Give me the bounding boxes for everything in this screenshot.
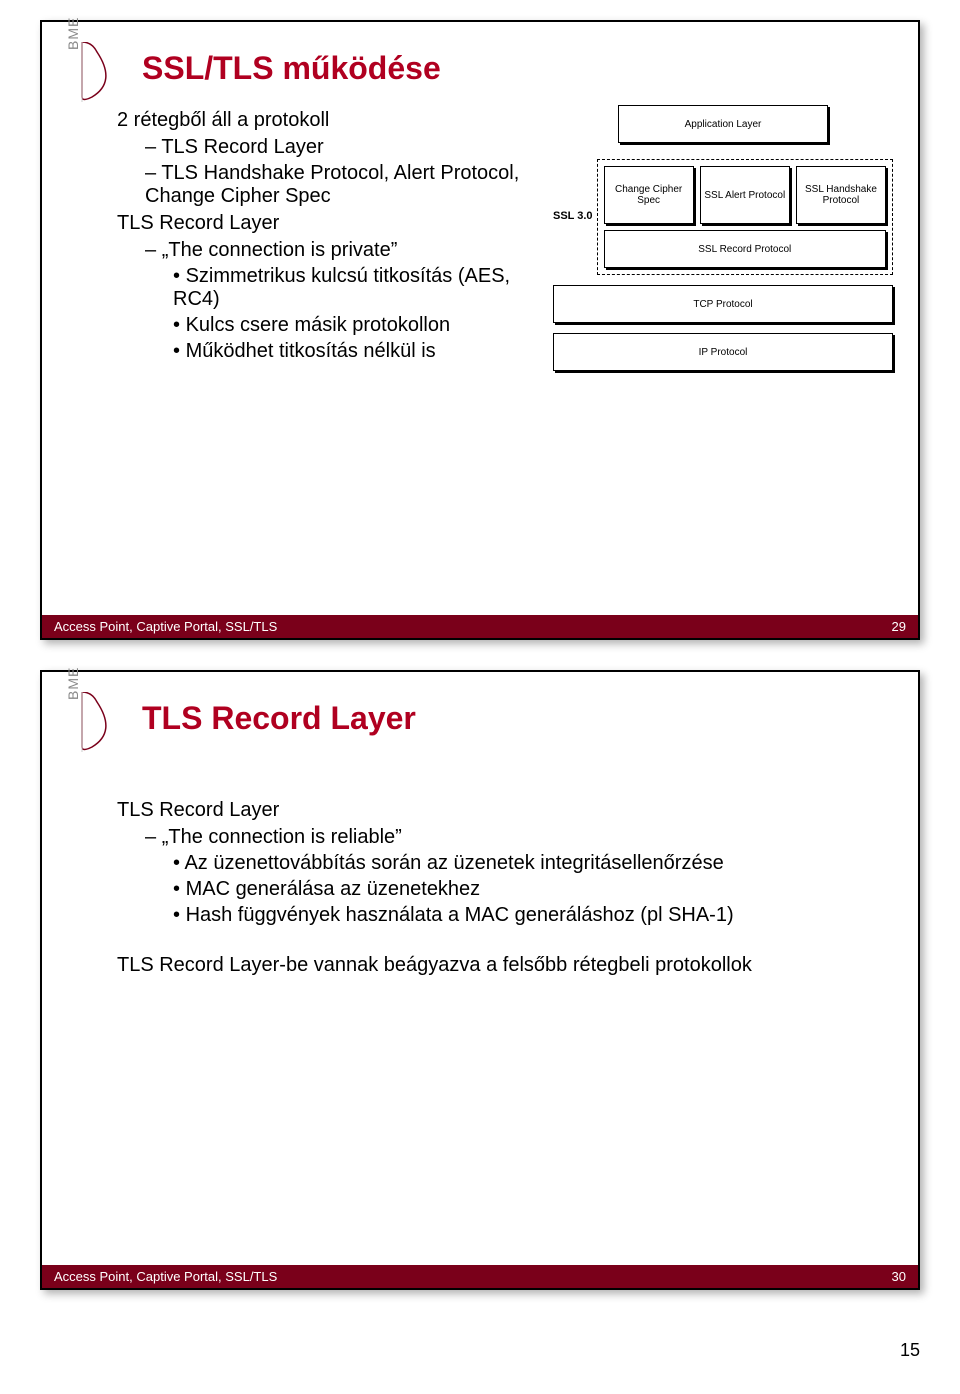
bullet-lvl1: TLS Record Layer — [145, 136, 538, 159]
diagram-box-app-layer: Application Layer — [618, 105, 828, 143]
ssl30-dashed-container: Change Cipher Spec SSL Alert Protocol SS… — [597, 159, 893, 275]
footer-page-number: 30 — [892, 1269, 906, 1284]
ssl30-label: SSL 3.0 — [553, 210, 593, 222]
slide-header: BME SSL/TLS működése — [67, 42, 893, 105]
slide-header: BME TLS Record Layer — [67, 692, 893, 755]
quote-text: The connection is private — [162, 239, 398, 261]
bullet-lvl2: Hash függvények használata a MAC generál… — [173, 904, 893, 927]
diagram-box-handshake: SSL Handshake Protocol — [796, 166, 886, 224]
bullet-lvl0: 2 rétegből áll a protokoll — [117, 109, 538, 132]
quote-text: The connection is reliable — [162, 826, 402, 848]
bullet-lvl0: TLS Record Layer — [117, 212, 538, 235]
bullet-lvl2: Szimmetrikus kulcsú titkosítás (AES, RC4… — [173, 265, 538, 311]
footer-left: Access Point, Captive Portal, SSL/TLS — [54, 1269, 277, 1284]
footer-page-number: 29 — [892, 619, 906, 634]
bullet-lvl2: MAC generálása az üzenetekhez — [173, 878, 893, 901]
diagram-column: Application Layer SSL 3.0 Change Cipher … — [553, 105, 893, 371]
bme-logo-curve-icon — [77, 42, 127, 102]
diagram-box-ip: IP Protocol — [553, 333, 893, 371]
diagram-box-record: SSL Record Protocol — [604, 230, 886, 268]
slide-footer: Access Point, Captive Portal, SSL/TLS 30 — [42, 1265, 918, 1288]
bullet-lvl0: TLS Record Layer-be vannak beágyazva a f… — [117, 954, 893, 977]
bullet-lvl1: The connection is private — [145, 239, 538, 262]
footer-left: Access Point, Captive Portal, SSL/TLS — [54, 619, 277, 634]
bullet-lvl2: Az üzenettovábbítás során az üzenetek in… — [173, 852, 893, 875]
bme-logo: BME — [67, 692, 127, 752]
bme-logo-curve-icon — [77, 692, 127, 752]
bullet-lvl1: The connection is reliable — [145, 826, 893, 849]
bullet-lvl0: TLS Record Layer — [117, 799, 893, 822]
ssl30-group: SSL 3.0 Change Cipher Spec SSL Alert Pro… — [553, 159, 893, 275]
slide-2: BME TLS Record Layer TLS Record Layer Th… — [40, 670, 920, 1290]
bullet-lvl1: TLS Handshake Protocol, Alert Protocol, … — [145, 162, 538, 208]
slide-body: 2 rétegből áll a protokoll TLS Record La… — [117, 105, 893, 371]
protocol-stack-diagram: Application Layer SSL 3.0 Change Cipher … — [553, 105, 893, 371]
diagram-box-tcp: TCP Protocol — [553, 285, 893, 323]
bullet-lvl2: Működhet titkosítás nélkül is — [173, 340, 538, 363]
slide-1: BME SSL/TLS működése 2 rétegből áll a pr… — [40, 20, 920, 640]
text-column: 2 rétegből áll a protokoll TLS Record La… — [117, 105, 538, 371]
slide-title: TLS Record Layer — [142, 700, 416, 737]
diagram-box-ccs: Change Cipher Spec — [604, 166, 694, 224]
document-page-number: 15 — [0, 1330, 960, 1381]
bme-logo: BME — [67, 42, 127, 102]
slide-footer: Access Point, Captive Portal, SSL/TLS 29 — [42, 615, 918, 638]
diagram-box-alert: SSL Alert Protocol — [700, 166, 790, 224]
slide-body: TLS Record Layer The connection is relia… — [117, 755, 893, 977]
bullet-lvl2: Kulcs csere másik protokollon — [173, 314, 538, 337]
slide-title: SSL/TLS működése — [142, 50, 441, 87]
